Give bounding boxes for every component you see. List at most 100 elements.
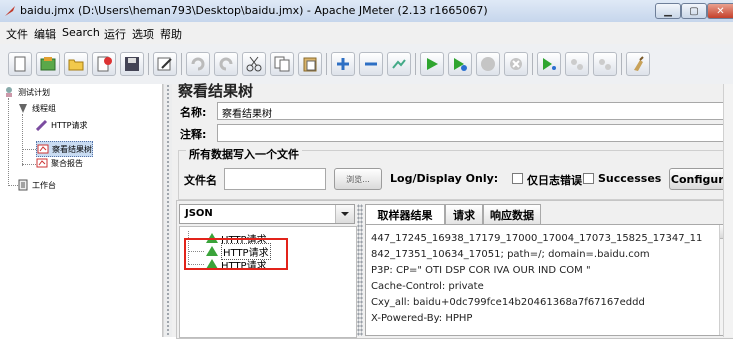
close-button[interactable]: ✕ [707,3,733,19]
annotation-highlight-box [184,238,288,270]
maximize-icon: ▢ [689,5,699,17]
stop-button[interactable] [476,52,500,76]
tree-item-test-plan[interactable]: 测试计划 [3,85,50,99]
comment-field[interactable] [217,124,727,142]
remote-shutdown-icon [599,59,611,70]
sampler-result-text[interactable]: 447_17245_16938_17179_17000_17004_17073_… [365,224,733,336]
response-line: Cache-Control: private [371,281,484,292]
test-plan-icon [6,87,12,97]
response-line: P3P: CP=" OTI DSP COR IVA OUR IND COM " [371,265,591,276]
minus-icon [365,62,377,66]
shutdown-icon [510,58,522,70]
open-button[interactable] [64,52,88,76]
toggle-button[interactable] [387,52,411,76]
start-button[interactable] [420,52,444,76]
tab-response-data[interactable]: 响应数据 [483,204,541,224]
browse-button[interactable]: 浏览... [334,168,382,190]
broom-icon [634,56,644,71]
remote-start-button[interactable] [537,52,561,76]
response-line: 447_17245_16938_17179_17000_17004_17073_… [371,233,703,244]
start-no-pauses-button[interactable] [448,52,472,76]
save-button[interactable] [120,52,144,76]
write-results-group-title: 所有数据写入一个文件 [186,146,302,162]
remote-shutdown-button[interactable] [593,52,617,76]
close-file-button[interactable] [92,52,116,76]
undo-icon [191,57,205,71]
menu-search[interactable]: Search [62,26,100,39]
close-file-icon [97,56,112,72]
tree-item-label: 测试计划 [18,87,50,97]
toggle-icon [392,59,406,69]
name-label: 名称: [180,106,207,119]
cut-button[interactable] [242,52,266,76]
tree-item-label: 线程组 [32,103,56,113]
filename-field[interactable] [224,168,326,190]
panel-scrollbar[interactable] [723,84,733,337]
copy-icon [274,56,290,72]
menu-edit[interactable]: 编辑 [34,26,56,42]
minimize-icon: ▁ [664,5,672,17]
copy-button[interactable] [270,52,294,76]
tree-item-view-results-tree[interactable]: 察看结果树 [36,141,93,157]
panel-title: 察看结果树 [178,82,254,100]
tree-item-thread-group[interactable]: 线程组 [17,101,56,115]
workbench-icon [18,179,28,191]
menu-file[interactable]: 文件 [6,26,28,42]
save-icon [125,57,139,71]
remote-stop-icon [571,59,583,70]
tab-sampler-result[interactable]: 取样器结果 [365,204,445,225]
new-button[interactable] [8,52,32,76]
comment-label: 注释: [180,128,207,141]
new-icon [14,56,26,72]
expand-all-button[interactable] [331,52,355,76]
successes-checkbox[interactable] [583,173,594,184]
close-icon: ✕ [716,5,725,17]
result-detail-tabs: 取样器结果 请求 响应数据 447_17245_16938_17179_1700… [365,204,733,336]
tree-item-label: HTTP请求 [51,120,88,130]
save-as-button[interactable] [153,52,177,76]
http-sampler-icon [36,119,48,131]
undo-button[interactable] [186,52,210,76]
errors-only-checkbox[interactable] [512,173,523,184]
chevron-down-icon[interactable] [335,205,354,223]
jmeter-feather-icon [5,6,15,16]
minimize-button[interactable]: ▁ [655,3,681,19]
paste-button[interactable] [298,52,322,76]
maximize-button[interactable]: ▢ [681,3,707,19]
name-field[interactable]: 察看结果树 [217,102,727,120]
view-results-tree-panel: 察看结果树 名称: 察看结果树 注释: 所有数据写入一个文件 文件名 浏览...… [172,82,733,339]
collapse-all-button[interactable] [359,52,383,76]
results-splitter[interactable] [357,204,363,336]
menu-options[interactable]: 选项 [132,26,154,42]
shutdown-button[interactable] [504,52,528,76]
play-icon [427,58,438,70]
remote-start-icon [543,58,556,70]
tab-request[interactable]: 请求 [445,204,483,224]
edit-icon [157,57,172,71]
successes-label: Successes [598,172,662,185]
templates-button[interactable] [36,52,60,76]
menu-run[interactable]: 运行 [104,26,126,42]
redo-button[interactable] [214,52,238,76]
tree-item-aggregate-report[interactable]: 聚合报告 [36,156,83,170]
renderer-select-value: JSON [185,208,213,219]
listener-icon [36,158,48,168]
renderer-select[interactable]: JSON [179,204,355,224]
menu-bar: 文件 编辑 Search 运行 选项 帮助 [0,22,733,44]
tree-item-workbench[interactable]: 工作台 [17,178,56,192]
tree-item-http-request[interactable]: HTTP请求 [36,118,87,132]
play-no-pause-icon [454,58,467,71]
redo-icon [219,57,233,71]
filename-label: 文件名 [184,174,217,187]
remote-stop-button[interactable] [565,52,589,76]
window-title-bar: baidu.jmx (D:\Users\heman793\Desktop\bai… [0,0,733,23]
response-line: X-Powered-By: HPHP [371,313,473,324]
response-line: Cxy_all: baidu+0dc799fce14b20461368a7f67… [371,297,645,308]
templates-icon [40,57,56,71]
test-plan-tree: 测试计划 线程组 HTTP请求 察看结果树 聚合报告 工作台 [0,84,163,337]
tree-item-label: 察看结果树 [52,144,92,154]
tree-item-label: 聚合报告 [51,158,83,168]
plus-icon [337,58,349,70]
clear-button[interactable] [626,52,650,76]
menu-help[interactable]: 帮助 [160,26,182,42]
